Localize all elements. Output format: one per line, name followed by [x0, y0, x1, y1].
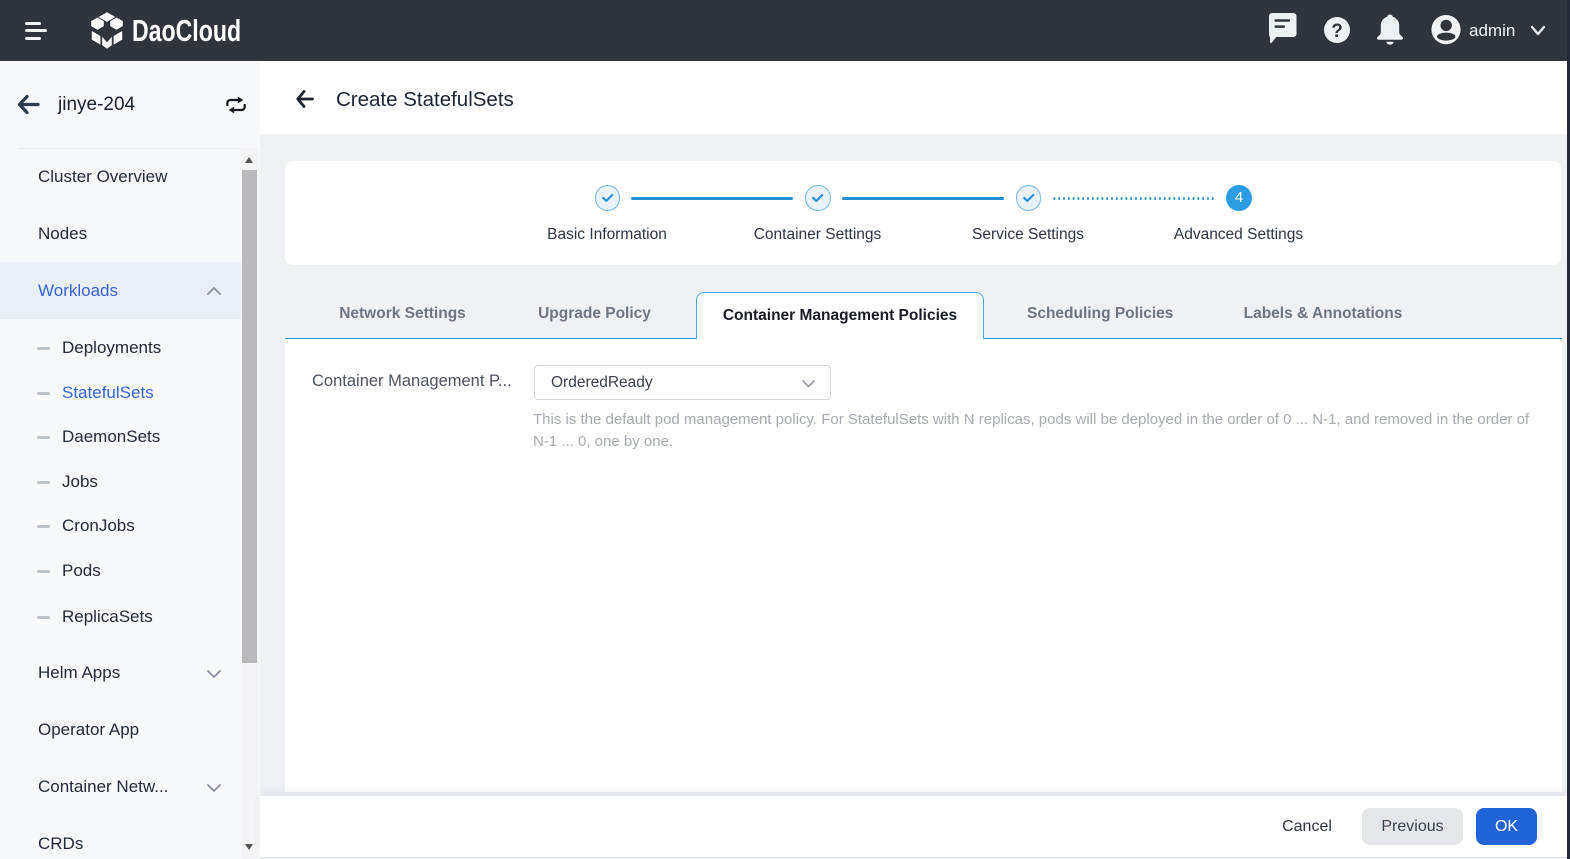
svg-text:?: ? — [1331, 21, 1343, 42]
